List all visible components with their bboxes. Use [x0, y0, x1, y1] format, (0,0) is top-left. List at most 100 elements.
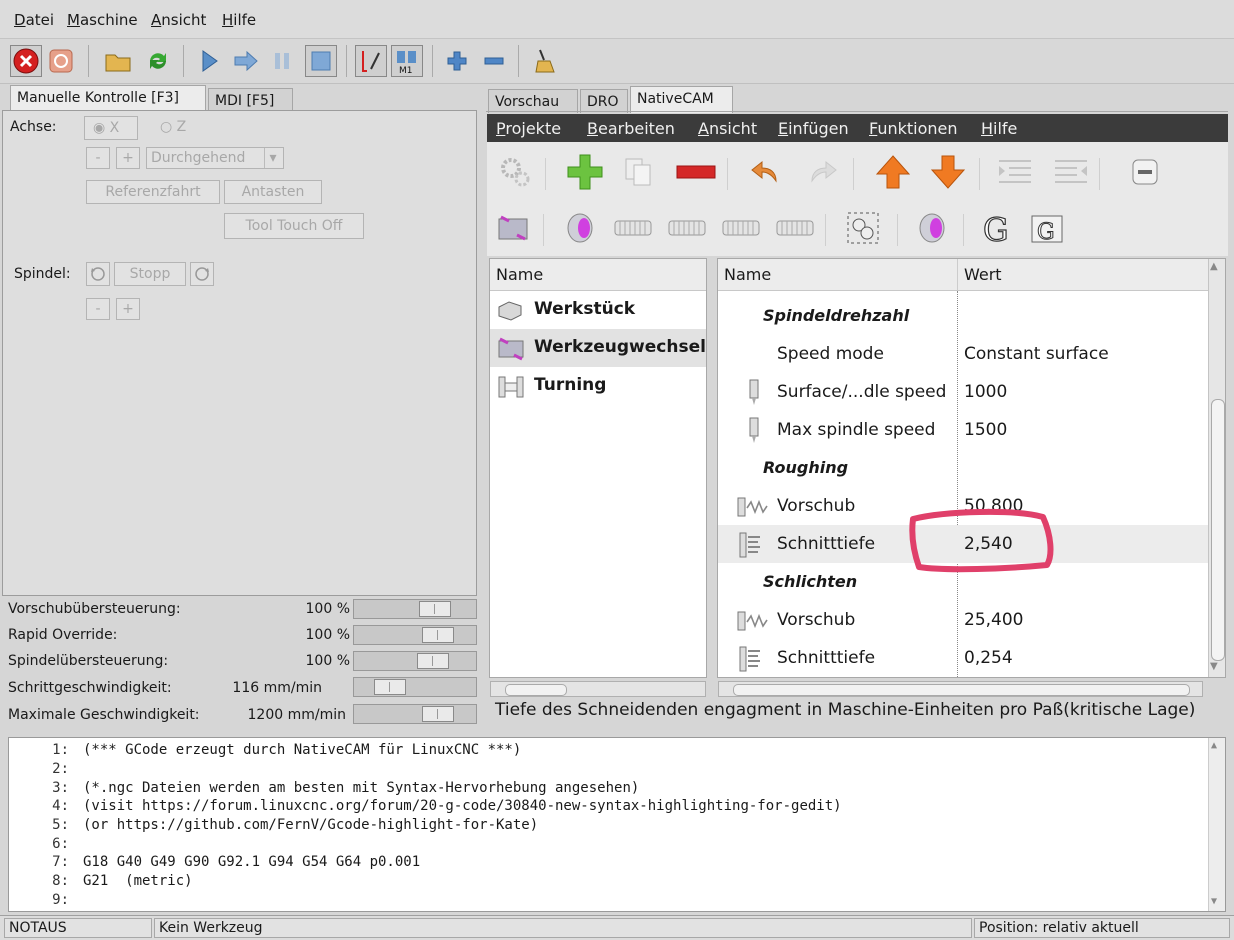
scroll-up-icon[interactable]: ▲	[1210, 261, 1218, 272]
prop-row-max-spindle-speed[interactable]: Max spindle speed 1500	[718, 411, 1208, 449]
zoom-out-button[interactable]	[478, 45, 510, 77]
jog-plus-button[interactable]: +	[116, 147, 140, 169]
tool-change-button[interactable]	[493, 208, 533, 248]
slider-thumb[interactable]	[374, 679, 406, 695]
slider-thumb[interactable]	[422, 627, 454, 643]
scroll-down-icon[interactable]: ▼	[1211, 896, 1217, 907]
collapse-button[interactable]	[1125, 152, 1165, 192]
tab-manual-control[interactable]: Manuelle Kontrolle [F3]	[10, 85, 206, 112]
reload-icon	[150, 53, 166, 69]
gcode-vscrollbar[interactable]: ▲ ▼	[1208, 738, 1225, 911]
touch-off-button[interactable]: Antasten	[224, 180, 322, 204]
spindle-minus-button[interactable]: -	[86, 298, 110, 320]
clear-plot-button[interactable]	[528, 45, 560, 77]
rapid-override-slider[interactable]	[353, 625, 477, 645]
nc-menu-projekte[interactable]: Projekte	[496, 119, 561, 138]
thread-feature-button-3[interactable]	[721, 208, 761, 248]
prop-row-finishing-depth[interactable]: Schnitttiefe 0,254	[718, 639, 1208, 677]
scroll-thumb[interactable]	[1211, 399, 1225, 661]
feed-override-label: Vorschubübersteuerung:	[8, 601, 181, 617]
nc-menu-hilfe[interactable]: Hilfe	[981, 119, 1017, 138]
slider-thumb[interactable]	[417, 653, 449, 669]
tree-item-turning[interactable]: Turning	[490, 367, 706, 405]
gcode-import-button[interactable]: G	[1027, 208, 1067, 248]
tab-mdi[interactable]: MDI [F5]	[208, 88, 293, 112]
nc-menu-ansicht[interactable]: Ansicht	[698, 119, 757, 138]
cylinder-button-2[interactable]	[912, 208, 952, 248]
machine-power-button[interactable]	[45, 45, 77, 77]
home-button[interactable]: Referenzfahrt	[86, 180, 220, 204]
prop-value[interactable]: 25,400	[964, 601, 1023, 639]
jog-mode-select[interactable]: Durchgehend ▾	[146, 147, 284, 169]
tree-item-werkzeugwechsel[interactable]: Werkzeugwechsel	[490, 329, 706, 367]
undo-button[interactable]	[745, 152, 785, 192]
spindle-stop-button[interactable]: Stopp	[114, 262, 186, 286]
gcode-view[interactable]: 1: (*** GCode erzeugt durch NativeCAM für…	[8, 737, 1226, 912]
spindle-cw-button[interactable]	[190, 262, 214, 286]
scroll-down-icon[interactable]: ▼	[1210, 661, 1218, 672]
prop-row-speed-mode[interactable]: Speed mode Constant surface	[718, 335, 1208, 373]
tab-preview[interactable]: Vorschau	[488, 89, 578, 113]
nc-menu-funktionen[interactable]: Funktionen	[869, 119, 958, 138]
unindent-button[interactable]	[1051, 152, 1091, 192]
menu-ansicht[interactable]: Ansicht	[151, 11, 206, 29]
scroll-thumb[interactable]	[505, 684, 567, 696]
optional-stop-button[interactable]: M1	[391, 45, 423, 77]
max-velocity-slider[interactable]	[353, 704, 477, 724]
thread-feature-button-1[interactable]	[613, 208, 653, 248]
menu-datei[interactable]: Datei	[14, 11, 54, 29]
spindle-plus-button[interactable]: +	[116, 298, 140, 320]
tool-touch-off-button[interactable]: Tool Touch Off	[224, 213, 364, 239]
axis-z-radio[interactable]: ○ Z	[160, 119, 186, 135]
thread-feature-button-4[interactable]	[775, 208, 815, 248]
spindle-override-slider[interactable]	[353, 651, 477, 671]
tab-nativecam[interactable]: NativeCAM	[630, 86, 733, 113]
stop-button[interactable]	[305, 45, 337, 77]
prop-row-finishing-feed[interactable]: Vorschub 25,400	[718, 601, 1208, 639]
jog-minus-button[interactable]: -	[86, 147, 110, 169]
tree-item-werkstueck[interactable]: Werkstück	[490, 291, 706, 329]
jog-speed-slider[interactable]	[353, 677, 477, 697]
prop-value[interactable]: 1000	[964, 373, 1007, 411]
gcode-button[interactable]: G	[977, 208, 1017, 248]
run-button[interactable]	[193, 45, 225, 77]
block-delete-button[interactable]	[355, 45, 387, 77]
scroll-thumb[interactable]	[733, 684, 1190, 696]
feed-override-slider[interactable]	[353, 599, 477, 619]
prop-row-surface-speed[interactable]: Surface/...dle speed 1000	[718, 373, 1208, 411]
reload-button[interactable]	[142, 45, 174, 77]
pause-button[interactable]	[266, 45, 298, 77]
slider-thumb[interactable]	[419, 601, 451, 617]
step-button[interactable]	[230, 45, 262, 77]
open-file-button[interactable]	[102, 45, 134, 77]
axis-x-radio[interactable]: ◉ X	[84, 116, 138, 140]
prop-value[interactable]: 0,254	[964, 639, 1013, 677]
spindle-ccw-button[interactable]	[86, 262, 110, 286]
move-up-button[interactable]	[873, 152, 913, 192]
menu-maschine[interactable]: Maschine	[67, 11, 138, 29]
props-vscrollbar[interactable]: ▲ ▼	[1208, 259, 1225, 677]
prop-value[interactable]: Constant surface	[964, 335, 1109, 373]
prop-value[interactable]: 1500	[964, 411, 1007, 449]
props-hscrollbar[interactable]	[718, 681, 1203, 697]
slider-thumb[interactable]	[422, 706, 454, 722]
nc-menu-einfuegen[interactable]: Einfügen	[778, 119, 849, 138]
group-button[interactable]	[843, 208, 883, 248]
cylinder-feature-button[interactable]	[560, 208, 600, 248]
indent-button[interactable]	[995, 152, 1035, 192]
estop-button[interactable]	[10, 45, 42, 77]
add-feature-button[interactable]	[565, 152, 605, 192]
move-down-button[interactable]	[928, 152, 968, 192]
settings-button[interactable]	[495, 152, 535, 192]
duplicate-button[interactable]	[619, 152, 659, 192]
thread-feature-button-2[interactable]	[667, 208, 707, 248]
tree-hscrollbar[interactable]	[490, 681, 706, 697]
nc-menu-bearbeiten[interactable]: Bearbeiten	[587, 119, 675, 138]
spindle-override-value: 100 %	[305, 653, 350, 669]
delete-button[interactable]	[676, 152, 716, 192]
tab-dro[interactable]: DRO	[580, 89, 628, 113]
scroll-up-icon[interactable]: ▲	[1211, 740, 1217, 751]
zoom-in-button[interactable]	[441, 45, 473, 77]
menu-hilfe[interactable]: Hilfe	[222, 11, 256, 29]
redo-button[interactable]	[803, 152, 843, 192]
